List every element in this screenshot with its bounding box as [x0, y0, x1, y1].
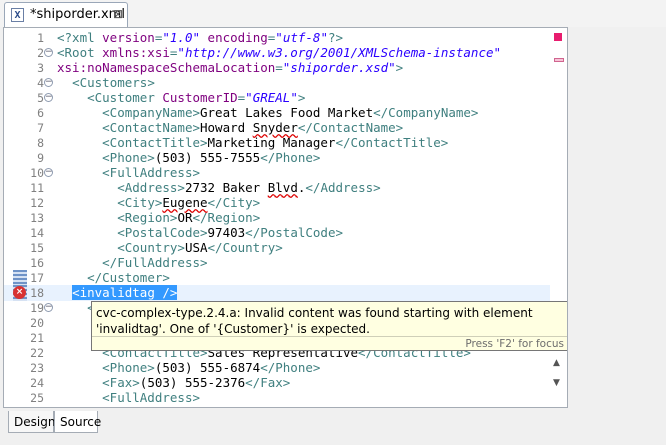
line-number: 11: [30, 181, 44, 195]
tab-design[interactable]: Design: [8, 411, 55, 433]
code-text: <Customer CustomerID="GREAL">: [87, 90, 306, 105]
line-number: 2: [37, 46, 44, 60]
code-text: <ContactTitle>Marketing Manager</Contact…: [102, 135, 449, 150]
code-text: <ContactName>Howard Snyder</ContactName>: [102, 120, 404, 135]
code-text: <City>Eugene</City>: [117, 195, 261, 210]
line-number: 14: [30, 226, 44, 240]
code-line[interactable]: 7 <ContactName>Howard Snyder</ContactNam…: [4, 120, 567, 136]
code-line[interactable]: 16 </FullAddress>: [4, 255, 567, 271]
line-number: 24: [30, 376, 44, 390]
code-line[interactable]: 6 <CompanyName>Great Lakes Food Market</…: [4, 105, 567, 121]
line-number: 12: [30, 196, 44, 210]
code-text: </FullAddress>: [102, 255, 208, 270]
line-number: 4: [37, 76, 44, 90]
code-text: <Phone>(503) 555-6874</Phone>: [102, 360, 321, 375]
line-number: 18: [30, 286, 44, 300]
line-number: 5: [37, 91, 44, 105]
source-editor[interactable]: 1 <?xml version="1.0" encoding="utf-8"?> 2…: [3, 27, 568, 408]
code-line[interactable]: 11 <Address>2732 Baker Blvd.</Address>: [4, 180, 567, 196]
code-text: <Region>OR</Region>: [117, 210, 261, 225]
tooltip-footer: Press 'F2' for focus: [92, 336, 567, 351]
code-text: <CompanyName>Great Lakes Food Market</Co…: [102, 105, 479, 120]
right-pane: [568, 27, 666, 408]
code-line[interactable]: 14 <PostalCode>97403</PostalCode>: [4, 225, 567, 241]
line-number: 22: [30, 346, 44, 360]
code-text: <Root xmlns:xsi="http://www.w3.org/2001/…: [57, 45, 502, 60]
code-text: <FullAddress>: [102, 165, 200, 180]
code-line[interactable]: 1 <?xml version="1.0" encoding="utf-8"?>: [4, 30, 567, 46]
line-number: 10: [30, 166, 44, 180]
error-message: cvc-complex-type.2.4.a: Invalid content …: [96, 306, 533, 336]
fold-toggle-icon[interactable]: −: [44, 303, 53, 312]
editor-tab-title: *shiporder.xml: [30, 7, 125, 22]
line-number: 1: [37, 31, 44, 45]
code-line[interactable]: 2− <Root xmlns:xsi="http://www.w3.org/200…: [4, 45, 567, 61]
code-line[interactable]: 5− <Customer CustomerID="GREAL">: [4, 90, 567, 106]
tab-source[interactable]: Source: [54, 411, 101, 433]
line-number: 6: [37, 106, 44, 120]
editor-tab-bar: X *shiporder.xml ⊠: [0, 0, 666, 27]
line-number: 15: [30, 241, 44, 255]
line-number: 25: [30, 391, 44, 405]
line-number: 8: [37, 136, 44, 150]
editor-mode-tabs: Design Source: [0, 408, 666, 445]
code-text: <Phone>(503) 555-7555</Phone>: [102, 150, 321, 165]
close-tab-icon[interactable]: ⊠: [113, 7, 123, 21]
code-text: <Customers>: [72, 75, 155, 90]
code-line[interactable]: 12 <City>Eugene</City>: [4, 195, 567, 211]
code-line[interactable]: 17 </Customer>: [4, 270, 567, 286]
error-overview-marker[interactable]: [554, 58, 564, 62]
line-number: 20: [30, 316, 44, 330]
line-number: 23: [30, 361, 44, 375]
line-number: 19: [30, 301, 44, 315]
xml-file-icon: X: [11, 8, 24, 22]
error-overview-icon[interactable]: [554, 33, 562, 41]
code-text: xsi:noNamespaceSchemaLocation="shiporder…: [57, 60, 404, 75]
line-number: 21: [30, 331, 44, 345]
code-line[interactable]: 24 <Fax>(503) 555-2376</Fax>: [4, 375, 567, 391]
code-text: </Customer>: [87, 270, 170, 285]
line-number: 13: [30, 211, 44, 225]
code-line[interactable]: 9 <Phone>(503) 555-7555</Phone>: [4, 150, 567, 166]
validation-error-tooltip[interactable]: cvc-complex-type.2.4.a: Invalid content …: [91, 301, 567, 351]
code-text: <?xml version="1.0" encoding="utf-8"?>: [57, 30, 344, 45]
line-number: 16: [30, 256, 44, 270]
code-text: <Address>2732 Baker Blvd.</Address>: [117, 180, 381, 195]
code-line[interactable]: 3 xsi:noNamespaceSchemaLocation="shiporde…: [4, 60, 567, 76]
code-text: <Country>USA</Country>: [117, 240, 283, 255]
fold-toggle-icon[interactable]: −: [44, 78, 53, 87]
scroll-up-icon[interactable]: ▲: [553, 358, 560, 368]
fold-toggle-icon[interactable]: −: [44, 48, 53, 57]
code-text: <Fax>(503) 555-2376</Fax>: [102, 375, 291, 390]
fold-toggle-icon[interactable]: −: [44, 93, 53, 102]
code-line[interactable]: × 18 <invalidtag />: [4, 285, 567, 301]
code-text: <FullAddress>: [102, 390, 200, 405]
code-line[interactable]: 10− <FullAddress>: [4, 165, 567, 181]
code-line[interactable]: 8 <ContactTitle>Marketing Manager</Conta…: [4, 135, 567, 151]
line-number: 7: [37, 121, 44, 135]
code-line[interactable]: 23 <Phone>(503) 555-6874</Phone>: [4, 360, 567, 376]
code-text: <PostalCode>97403</PostalCode>: [117, 225, 344, 240]
scroll-down-icon[interactable]: ▼: [553, 378, 560, 388]
code-text: <invalidtag />: [72, 285, 178, 300]
code-line[interactable]: 25 <FullAddress>: [4, 390, 567, 406]
line-number: 17: [30, 271, 44, 285]
fold-toggle-icon[interactable]: −: [44, 168, 53, 177]
focus-hint: Press 'F2' for focus: [465, 338, 564, 350]
line-number: 9: [37, 151, 44, 165]
code-line[interactable]: 13 <Region>OR</Region>: [4, 210, 567, 226]
xml-editor-window: X *shiporder.xml ⊠ 1 <?xml version="1.0" …: [0, 0, 666, 445]
code-line[interactable]: 15 <Country>USA</Country>: [4, 240, 567, 256]
code-line[interactable]: 4− <Customers>: [4, 75, 567, 91]
line-number: 3: [37, 61, 44, 75]
editor-tab-shiporder[interactable]: X *shiporder.xml ⊠: [4, 2, 128, 27]
